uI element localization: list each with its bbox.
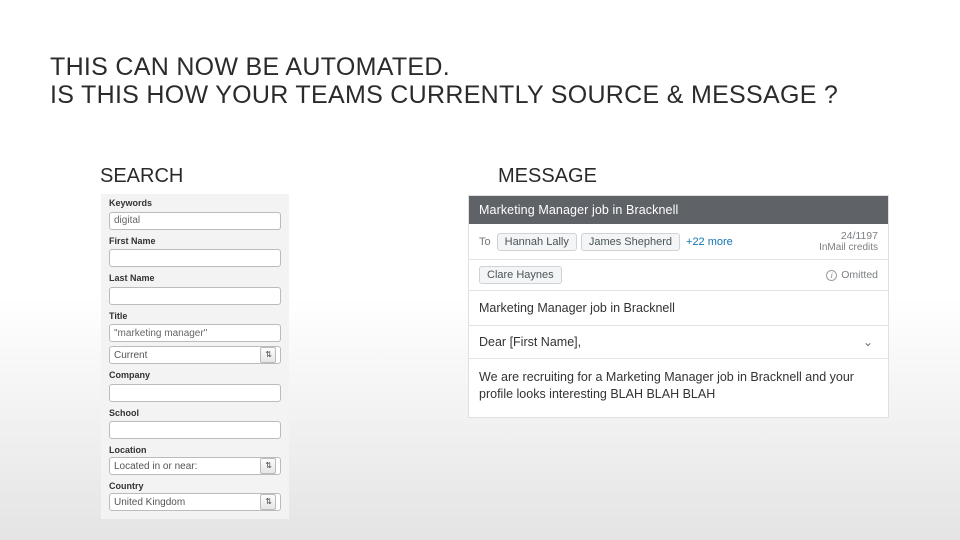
location-select[interactable]: Located in or near: ⇅ <box>109 457 281 475</box>
inmail-credits: 24/1197 InMail credits <box>819 230 878 254</box>
country-label: Country <box>109 481 281 491</box>
keywords-label: Keywords <box>109 198 281 208</box>
info-icon: i <box>826 270 837 281</box>
school-label: School <box>109 408 281 418</box>
location-value: Located in or near: <box>114 461 197 472</box>
message-greeting[interactable]: Dear [First Name], <box>479 335 581 349</box>
country-select[interactable]: United Kingdom ⇅ <box>109 493 281 511</box>
country-value: United Kingdom <box>114 497 185 508</box>
omitted-label: Omitted <box>841 269 878 281</box>
title-label: Title <box>109 311 281 321</box>
search-panel: Keywords First Name Last Name Title Curr… <box>101 194 289 519</box>
chevron-updown-icon: ⇅ <box>265 462 272 470</box>
column-label-message: MESSAGE <box>498 165 597 188</box>
to-label: To <box>479 236 491 248</box>
heading-line-1: THIS CAN NOW BE AUTOMATED. <box>50 53 450 81</box>
message-greeting-row: Dear [First Name], ⌄ <box>469 326 888 359</box>
message-subject[interactable]: Marketing Manager job in Bracknell <box>469 291 888 326</box>
lastname-label: Last Name <box>109 273 281 283</box>
slide-heading: THIS CAN NOW BE AUTOMATED. IS THIS HOW Y… <box>50 54 838 109</box>
school-input[interactable] <box>109 421 281 439</box>
message-body[interactable]: We are recruiting for a Marketing Manage… <box>469 359 888 417</box>
recipient-chip[interactable]: Hannah Lally <box>497 233 577 251</box>
message-secondary-row: Clare Haynes i Omitted <box>469 260 888 291</box>
recipient-chip[interactable]: Clare Haynes <box>479 266 562 284</box>
message-header: Marketing Manager job in Bracknell <box>469 196 888 224</box>
column-label-search: SEARCH <box>100 165 183 188</box>
message-panel: Marketing Manager job in Bracknell To Ha… <box>469 196 888 417</box>
company-input[interactable] <box>109 384 281 402</box>
title-scope-value: Current <box>114 350 147 361</box>
chevron-down-icon[interactable]: ⌄ <box>858 335 878 349</box>
credits-label: InMail credits <box>819 242 878 254</box>
more-recipients-link[interactable]: +22 more <box>686 236 733 248</box>
message-to-row: To Hannah Lally James Shepherd +22 more … <box>469 224 888 260</box>
lastname-input[interactable] <box>109 287 281 305</box>
recipient-chip[interactable]: James Shepherd <box>581 233 680 251</box>
company-label: Company <box>109 370 281 380</box>
title-input[interactable] <box>109 324 281 342</box>
omitted-indicator[interactable]: i Omitted <box>826 269 878 281</box>
location-label: Location <box>109 445 281 455</box>
firstname-input[interactable] <box>109 249 281 267</box>
keywords-input[interactable] <box>109 212 281 230</box>
heading-line-2: IS THIS HOW YOUR TEAMS CURRENTLY SOURCE … <box>50 81 838 109</box>
title-scope-select[interactable]: Current ⇅ <box>109 346 281 364</box>
chevron-updown-icon: ⇅ <box>265 498 272 506</box>
credits-count: 24/1197 <box>819 230 878 242</box>
firstname-label: First Name <box>109 236 281 246</box>
chevron-updown-icon: ⇅ <box>265 351 272 359</box>
